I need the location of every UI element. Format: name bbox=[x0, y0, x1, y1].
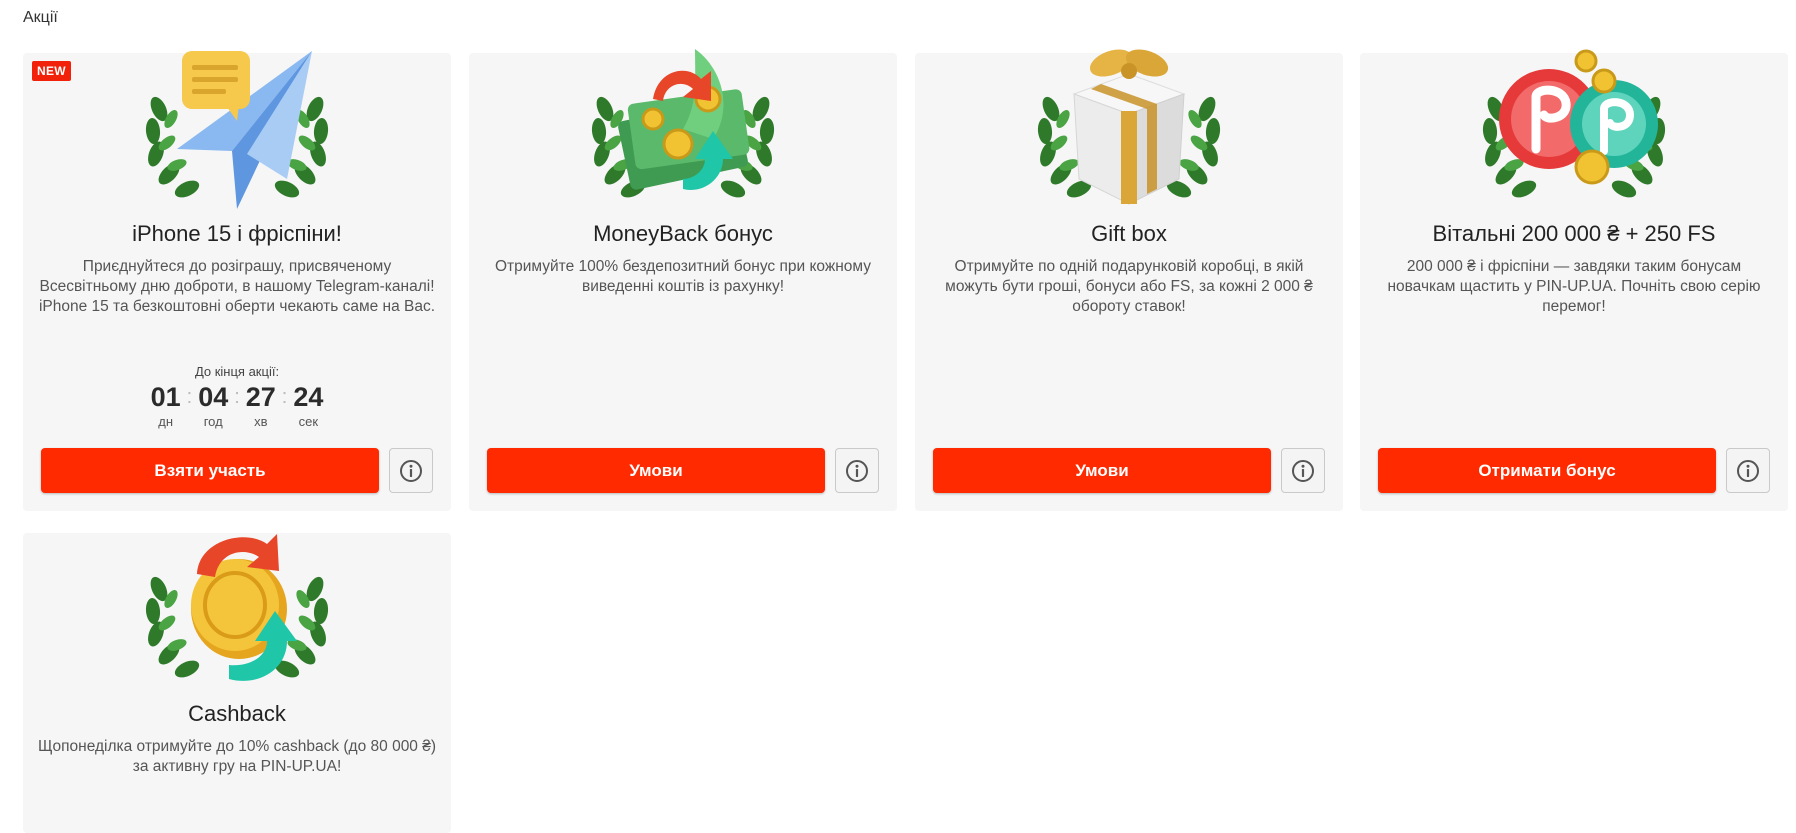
info-button[interactable] bbox=[1726, 448, 1770, 493]
timer-minutes: 27 bbox=[245, 382, 276, 412]
promo-description: Отримуйте по одній подарунковій коробці,… bbox=[945, 258, 1313, 315]
timer-seconds-label: сек bbox=[298, 414, 319, 429]
info-icon bbox=[846, 459, 868, 482]
promo-title: Gift box bbox=[1091, 221, 1167, 246]
join-button[interactable]: Взяти участь bbox=[41, 448, 379, 493]
promo-description: Отримуйте 100% бездепозитний бонус при к… bbox=[495, 258, 871, 295]
new-badge: NEW bbox=[32, 61, 71, 81]
paper-plane-icon bbox=[137, 39, 337, 209]
info-button[interactable] bbox=[1281, 448, 1325, 493]
promo-card-cashback: Cashback Щопонеділка отримуйте до 10% ca… bbox=[23, 533, 451, 833]
promo-card-welcome-bonus: Вітальні 200 000 ₴ + 250 FS 200 000 ₴ і … bbox=[1360, 49, 1788, 511]
promo-card-moneyback: MoneyBack бонус Отримуйте 100% бездепози… bbox=[469, 49, 897, 511]
casino-chips-icon bbox=[1474, 39, 1674, 209]
info-icon bbox=[400, 459, 422, 482]
get-bonus-button[interactable]: Отримати бонус bbox=[1378, 448, 1716, 493]
promo-title: Cashback bbox=[188, 701, 286, 726]
promo-title: MoneyBack бонус bbox=[593, 221, 773, 246]
money-stack-icon bbox=[583, 39, 783, 209]
countdown-timer: До кінця акції: 01 дн : 04 год : 27 хв :… bbox=[23, 364, 451, 429]
cashback-coin-icon bbox=[137, 519, 337, 689]
promo-card-iphone: NEW iPhone 15 і фріспіни! Приєднуйтеся д… bbox=[23, 51, 451, 511]
timer-hours: 04 bbox=[198, 382, 229, 412]
timer-minutes-label: хв bbox=[254, 414, 268, 429]
info-button[interactable] bbox=[389, 448, 433, 493]
terms-button[interactable]: Умови bbox=[487, 448, 825, 493]
timer-separator: : bbox=[234, 386, 240, 408]
gift-box-icon bbox=[1029, 39, 1229, 209]
timer-label: До кінця акції: bbox=[194, 364, 280, 379]
timer-days-label: дн bbox=[158, 414, 174, 429]
timer-separator: : bbox=[186, 386, 193, 408]
info-button[interactable] bbox=[835, 448, 879, 493]
page-title: Акції bbox=[23, 9, 58, 26]
promo-description: 200 000 ₴ і фріспіни — завдяки таким бон… bbox=[1387, 258, 1761, 315]
info-icon bbox=[1292, 459, 1314, 482]
promo-card-gift-box: Gift box Отримуйте по одній подарунковій… bbox=[915, 49, 1343, 511]
promo-description: Щопонеділка отримуйте до 10% cashback (д… bbox=[37, 738, 437, 775]
timer-seconds: 24 bbox=[293, 382, 324, 412]
timer-days: 01 bbox=[150, 382, 181, 412]
info-icon bbox=[1737, 459, 1759, 482]
terms-button[interactable]: Умови bbox=[933, 448, 1271, 493]
promo-description: Приєднуйтеся до розіграшу, присвяченому … bbox=[38, 258, 436, 315]
timer-hours-label: год bbox=[203, 414, 223, 429]
promo-title: Вітальні 200 000 ₴ + 250 FS bbox=[1432, 221, 1716, 246]
timer-separator: : bbox=[281, 386, 288, 408]
promo-title: iPhone 15 і фріспіни! bbox=[132, 221, 342, 246]
